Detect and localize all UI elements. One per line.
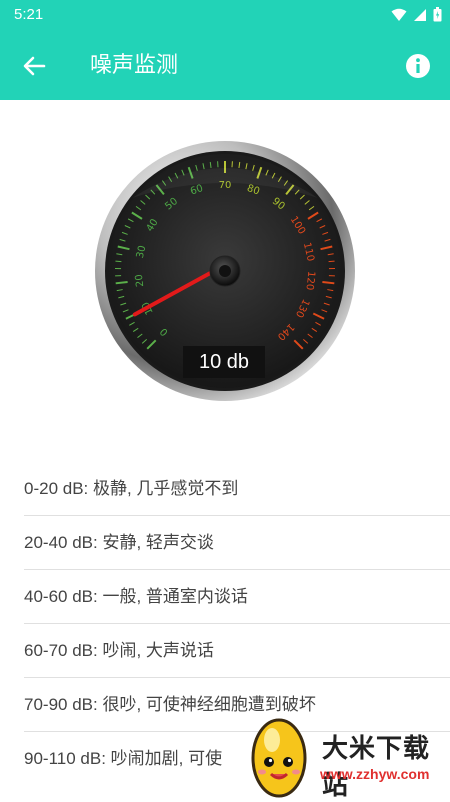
- status-bar: 5:21: [0, 0, 450, 32]
- gauge-tick: [115, 261, 121, 262]
- battery-icon: [433, 7, 442, 22]
- signal-icon: [413, 8, 427, 22]
- level-row: 20-40 dB: 安静, 轻声交谈: [24, 516, 450, 570]
- level-row: 0-20 dB: 极静, 几乎感觉不到: [24, 462, 450, 516]
- status-icons: [391, 7, 442, 22]
- gauge-tick-label: 120: [303, 270, 316, 290]
- back-arrow-icon[interactable]: [18, 50, 50, 82]
- status-time: 5:21: [14, 6, 43, 23]
- site-logo-name: 大米下载站: [322, 728, 450, 802]
- info-icon[interactable]: [404, 52, 432, 80]
- decibel-readout: 10 db: [183, 346, 265, 378]
- gauge-tick: [329, 261, 335, 262]
- page-title: 噪声监测: [90, 50, 178, 82]
- app-bar: 噪声监测: [0, 32, 450, 100]
- site-logo-url: www.zzhyw.com: [320, 766, 429, 782]
- wifi-icon: [391, 8, 407, 22]
- gauge-tick: [322, 282, 334, 283]
- level-row: 40-60 dB: 一般, 普通室内谈话: [24, 570, 450, 624]
- gauge-tick-label: 20: [134, 274, 146, 288]
- level-row: 60-70 dB: 吵闹, 大声说话: [24, 624, 450, 678]
- gauge-tick: [116, 282, 128, 283]
